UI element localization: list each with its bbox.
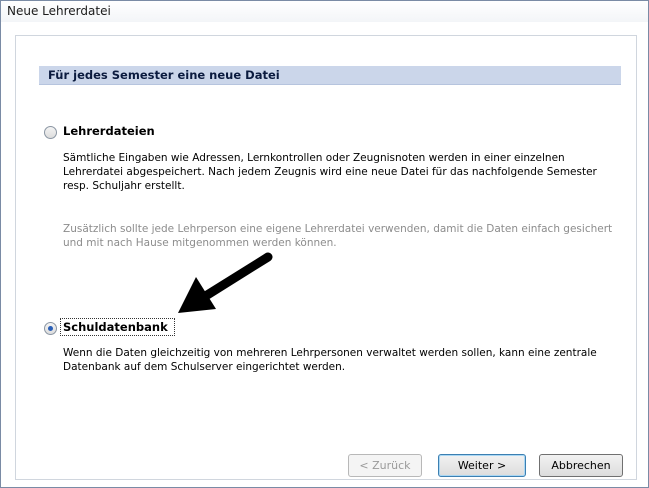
option-description-schuldatenbank: Wenn die Daten gleichzeitig von mehreren… [63, 347, 597, 373]
radio-selected-dot [48, 326, 53, 331]
window-title: Neue Lehrerdatei [7, 4, 111, 18]
next-button[interactable]: Weiter > [438, 454, 526, 477]
option-label-schuldatenbank[interactable]: Schuldatenbank [63, 320, 168, 334]
title-bar: Neue Lehrerdatei [1, 1, 648, 22]
section-title: Für jedes Semester eine neue Datei [48, 68, 280, 82]
section-header: Für jedes Semester eine neue Datei [39, 66, 621, 85]
option-label-lehrerdateien[interactable]: Lehrerdateien [63, 124, 155, 138]
radio-lehrerdateien[interactable] [44, 126, 57, 139]
option-note-lehrerdateien: Zusätzlich sollte jede Lehrperson eine e… [63, 223, 613, 249]
arrow-annotation-icon [178, 252, 273, 313]
option-description-lehrerdateien: Sämtliche Eingaben wie Adressen, Lernkon… [63, 152, 597, 192]
radio-schuldatenbank[interactable] [44, 322, 57, 335]
dialog-window: Neue Lehrerdatei Für jedes Semester eine… [0, 0, 649, 488]
cancel-button[interactable]: Abbrechen [539, 454, 623, 477]
wizard-panel: Für jedes Semester eine neue Datei Lehre… [15, 35, 637, 480]
back-button[interactable]: < Zurück [348, 454, 422, 477]
